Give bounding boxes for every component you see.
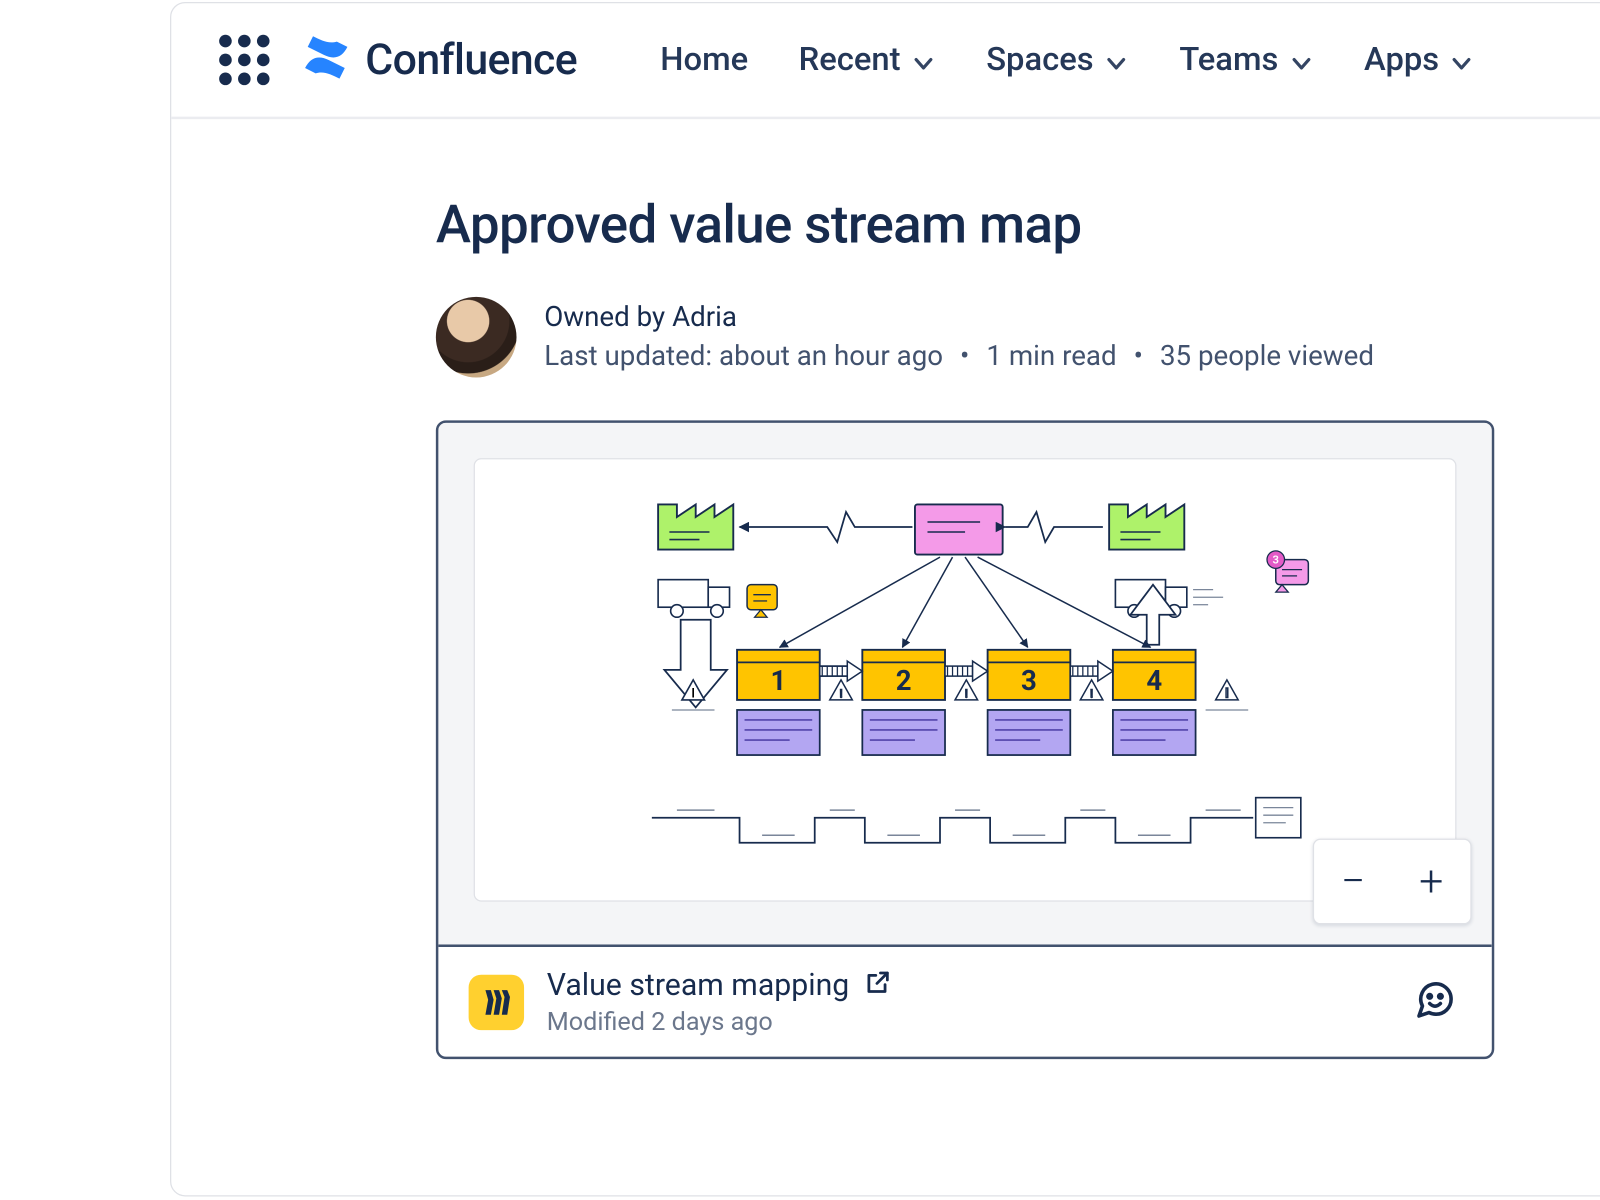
nav-spaces-label: Spaces xyxy=(986,41,1093,79)
nav-apps[interactable]: Apps xyxy=(1364,41,1474,79)
nav-teams[interactable]: Teams xyxy=(1179,41,1313,79)
comment-badge-icon: 3 xyxy=(1267,551,1308,592)
nav-spaces[interactable]: Spaces xyxy=(986,41,1129,79)
truck-icon-left xyxy=(658,580,729,618)
miro-icon xyxy=(469,974,524,1029)
process-box-label: 4 xyxy=(1146,664,1162,697)
chevron-down-icon xyxy=(1104,47,1129,72)
data-box xyxy=(862,710,945,755)
data-box xyxy=(737,710,820,755)
data-box xyxy=(1113,710,1196,755)
last-updated-label: Last updated: xyxy=(544,341,712,373)
meta-separator: • xyxy=(1134,341,1143,373)
nav-recent-label: Recent xyxy=(799,41,901,79)
nav-teams-label: Teams xyxy=(1179,41,1278,79)
owned-by-line: Owned by Adria xyxy=(544,302,1374,334)
embed-footer: Value stream mapping Modified 2 days ago xyxy=(438,944,1491,1056)
page-title: Approved value stream map xyxy=(436,195,1497,257)
byline: Owned by Adria Last updated: about an ho… xyxy=(436,297,1497,378)
nav-home[interactable]: Home xyxy=(660,41,748,79)
process-box-label: 3 xyxy=(1021,664,1037,697)
miro-embed-card: 3 I 1 2 3 4 xyxy=(436,420,1494,1059)
factory-icon-right xyxy=(1109,504,1184,549)
push-arrow-icon xyxy=(945,661,988,681)
read-time: 1 min read xyxy=(986,341,1116,373)
data-box xyxy=(988,710,1071,755)
zoom-controls: − + xyxy=(1313,839,1472,925)
chevron-down-icon xyxy=(1288,47,1313,72)
svg-text:I: I xyxy=(1225,686,1229,701)
zoom-in-button[interactable]: + xyxy=(1392,840,1470,923)
nav-apps-label: Apps xyxy=(1364,41,1439,79)
svg-text:!: ! xyxy=(1090,687,1093,700)
embed-canvas[interactable]: 3 I 1 2 3 4 xyxy=(438,423,1491,945)
chevron-down-icon xyxy=(911,47,936,72)
process-box-label: 2 xyxy=(896,664,912,697)
viewed-count: 35 people viewed xyxy=(1160,341,1374,373)
control-box xyxy=(915,504,1003,554)
miro-board-preview[interactable]: 3 I 1 2 3 4 xyxy=(474,458,1457,902)
sticky-note-icon xyxy=(747,585,777,610)
process-box-label: 1 xyxy=(770,664,786,697)
topbar: Confluence Home Recent Spaces Teams Apps xyxy=(171,3,1600,119)
svg-text:!: ! xyxy=(840,687,843,700)
nav-home-label: Home xyxy=(660,41,748,79)
factory-icon-left xyxy=(658,504,733,549)
embed-modified: Modified 2 days ago xyxy=(547,1006,892,1036)
external-link-icon[interactable] xyxy=(864,968,892,1001)
timeline-icon xyxy=(652,818,1253,843)
value-stream-diagram: 3 I 1 2 3 4 xyxy=(475,459,1455,900)
app-name: Confluence xyxy=(365,35,577,85)
confluence-logo[interactable]: Confluence xyxy=(300,31,577,89)
app-switcher-icon[interactable] xyxy=(212,27,278,93)
svg-text:!: ! xyxy=(965,687,968,700)
last-updated-value: about an hour ago xyxy=(719,341,943,373)
push-arrow-icon xyxy=(1070,661,1113,681)
confluence-icon xyxy=(300,31,353,89)
push-arrow-icon xyxy=(820,661,863,681)
page-meta: Last updated: about an hour ago • 1 min … xyxy=(544,341,1374,373)
meta-separator: • xyxy=(960,341,969,373)
zoom-out-button[interactable]: − xyxy=(1314,840,1392,923)
svg-text:I: I xyxy=(691,686,695,701)
owner-name[interactable]: Adria xyxy=(672,302,737,334)
nav-recent[interactable]: Recent xyxy=(799,41,936,79)
owned-by-label: Owned by xyxy=(544,302,665,334)
chevron-down-icon xyxy=(1449,47,1474,72)
embed-title[interactable]: Value stream mapping xyxy=(547,967,850,1002)
comment-icon[interactable] xyxy=(1414,978,1457,1026)
owner-avatar[interactable] xyxy=(436,297,517,378)
timeline-summary-icon xyxy=(1256,798,1301,838)
primary-nav: Home Recent Spaces Teams Apps xyxy=(660,41,1474,79)
comment-badge-count: 3 xyxy=(1273,553,1279,566)
